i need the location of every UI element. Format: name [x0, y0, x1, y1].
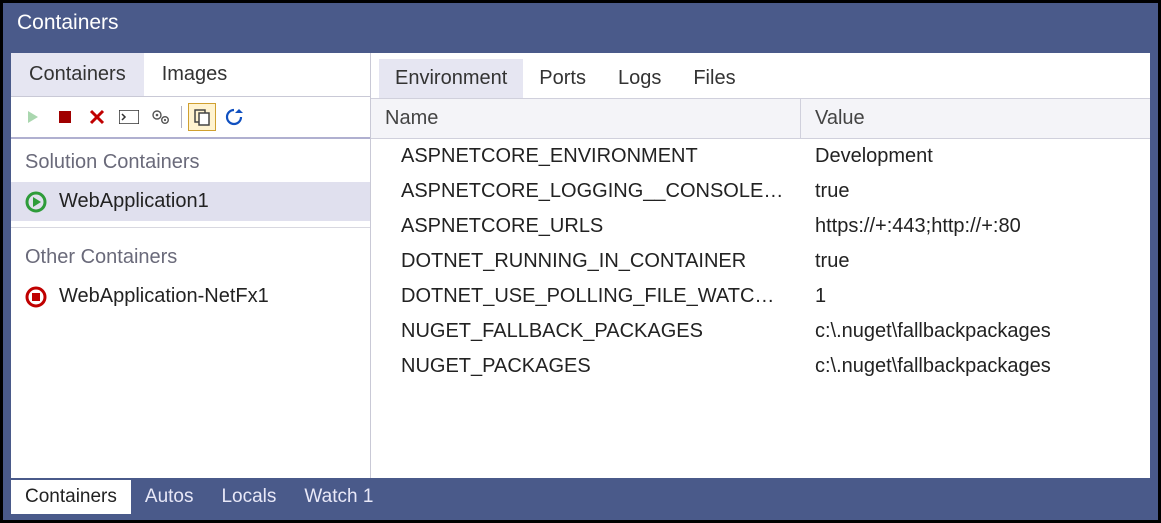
env-row[interactable]: DOTNET_USE_POLLING_FILE_WATCHER1 [371, 279, 1150, 314]
right-pane: Environment Ports Logs Files Name Value … [371, 53, 1150, 478]
bottom-tab-strip: Containers Autos Locals Watch 1 [11, 480, 387, 514]
bottom-tab-autos[interactable]: Autos [131, 480, 208, 514]
env-var-value: Development [801, 139, 1150, 174]
env-var-name: DOTNET_USE_POLLING_FILE_WATCHER [371, 279, 801, 314]
env-var-value: true [801, 244, 1150, 279]
bottom-tab-locals[interactable]: Locals [207, 480, 290, 514]
env-row[interactable]: DOTNET_RUNNING_IN_CONTAINERtrue [371, 244, 1150, 279]
env-grid-body: ASPNETCORE_ENVIRONMENTDevelopmentASPNETC… [371, 139, 1150, 478]
env-var-value: c:\.nuget\fallbackpackages [801, 349, 1150, 384]
containers-tool-window: Containers Containers Images [0, 0, 1161, 523]
terminal-icon [119, 110, 139, 124]
divider [11, 227, 370, 228]
env-row[interactable]: ASPNETCORE_ENVIRONMENTDevelopment [371, 139, 1150, 174]
left-pane: Containers Images [11, 53, 371, 478]
env-var-name: ASPNETCORE_URLS [371, 209, 801, 244]
env-row[interactable]: ASPNETCORE_LOGGING__CONSOLE__DISABLECOLO… [371, 174, 1150, 209]
env-var-name: NUGET_FALLBACK_PACKAGES [371, 314, 801, 349]
tab-files[interactable]: Files [677, 59, 751, 98]
toolbar [11, 97, 370, 139]
env-row[interactable]: NUGET_PACKAGESc:\.nuget\fallbackpackages [371, 349, 1150, 384]
env-var-name: ASPNETCORE_LOGGING__CONSOLE__DISABLECOLO… [371, 174, 801, 209]
env-var-value: 1 [801, 279, 1150, 314]
start-button[interactable] [19, 103, 47, 131]
copy-button[interactable] [188, 103, 216, 131]
running-icon [25, 191, 47, 213]
bottom-tab-containers[interactable]: Containers [11, 480, 131, 514]
attach-debugger-button[interactable] [147, 103, 175, 131]
column-header-name[interactable]: Name [371, 99, 801, 138]
copy-icon [193, 108, 211, 126]
gears-icon [151, 108, 171, 126]
env-var-name: NUGET_PACKAGES [371, 349, 801, 384]
x-icon [89, 109, 105, 125]
env-grid-header: Name Value [371, 98, 1150, 139]
container-item-webapplication1[interactable]: WebApplication1 [11, 182, 370, 221]
bottom-tab-watch1[interactable]: Watch 1 [290, 480, 387, 514]
panel-body: Containers Images [11, 53, 1150, 478]
container-label: WebApplication1 [59, 190, 209, 213]
env-var-value: https://+:443;http://+:80 [801, 209, 1150, 244]
env-row[interactable]: ASPNETCORE_URLShttps://+:443;http://+:80 [371, 209, 1150, 244]
tab-containers[interactable]: Containers [11, 53, 144, 96]
container-item-webapplication-netfx1[interactable]: WebApplication-NetFx1 [11, 277, 370, 316]
remove-button[interactable] [83, 103, 111, 131]
env-var-name: ASPNETCORE_ENVIRONMENT [371, 139, 801, 174]
env-var-value: c:\.nuget\fallbackpackages [801, 314, 1150, 349]
env-row[interactable]: NUGET_FALLBACK_PACKAGESc:\.nuget\fallbac… [371, 314, 1150, 349]
env-var-name: DOTNET_RUNNING_IN_CONTAINER [371, 244, 801, 279]
stop-button[interactable] [51, 103, 79, 131]
column-header-value[interactable]: Value [801, 99, 1150, 138]
play-icon [25, 109, 41, 125]
tab-logs[interactable]: Logs [602, 59, 677, 98]
tab-images[interactable]: Images [144, 53, 246, 96]
tab-ports[interactable]: Ports [523, 59, 602, 98]
refresh-button[interactable] [220, 103, 248, 131]
section-other-containers: Other Containers [11, 234, 370, 277]
left-tab-strip: Containers Images [11, 53, 370, 97]
toolbar-separator [181, 106, 182, 128]
window-title: Containers [3, 3, 1158, 45]
terminal-button[interactable] [115, 103, 143, 131]
right-tab-strip: Environment Ports Logs Files [371, 53, 1150, 98]
section-solution-containers: Solution Containers [11, 139, 370, 182]
env-var-value: true [801, 174, 1150, 209]
stopped-icon [25, 286, 47, 308]
container-label: WebApplication-NetFx1 [59, 285, 269, 308]
refresh-icon [224, 107, 244, 127]
tab-environment[interactable]: Environment [379, 59, 523, 98]
stop-icon [58, 110, 72, 124]
